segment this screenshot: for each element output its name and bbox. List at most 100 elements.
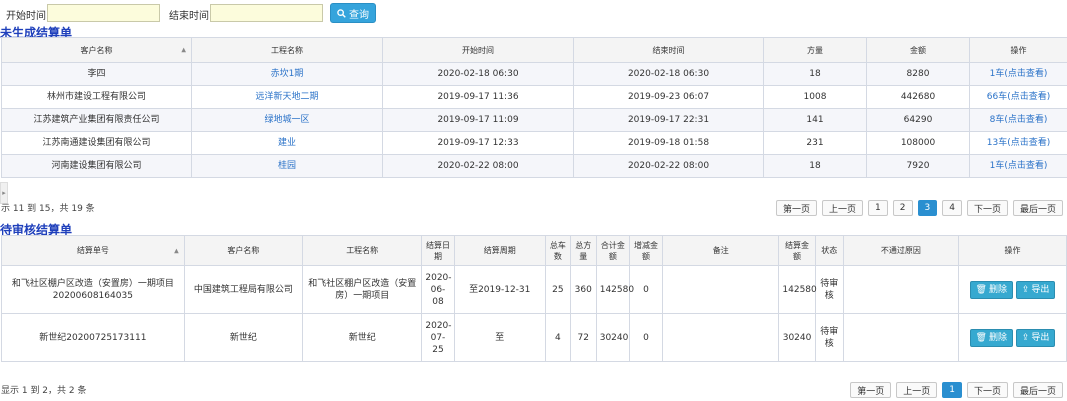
- settle-no-cell: 新世纪20200725173111: [1, 313, 185, 362]
- export-icon: ⇪: [1021, 284, 1030, 295]
- last-page-button[interactable]: 最后一页: [1012, 382, 1063, 398]
- table-row: 李四 赤坎1期 2020-02-18 06:30 2020-02-18 06:3…: [1, 62, 1067, 86]
- volume-cell: 141: [763, 108, 867, 132]
- project-link[interactable]: 桂园: [191, 154, 383, 178]
- col-trucks[interactable]: 总车数: [544, 235, 571, 266]
- col-end[interactable]: 结束时间: [573, 37, 764, 63]
- page-button-1[interactable]: 1: [868, 200, 888, 216]
- customer-cell: 新世纪: [183, 313, 304, 362]
- unsettled-page-info: 示 11 到 15，共 19 条: [1, 204, 95, 214]
- customer-cell: 江苏建筑产业集团有限责任公司: [1, 108, 192, 132]
- col-settle-no[interactable]: 结算单号 ▲: [1, 235, 185, 266]
- customer-cell: 中国建筑工程局有限公司: [183, 265, 304, 314]
- col-settle-amount[interactable]: 结算金额: [778, 235, 816, 266]
- view-trucks-link[interactable]: 1车(点击查看): [969, 154, 1067, 178]
- table-row: 林州市建设工程有限公司 远洋新天地二期 2019-09-17 11:36 201…: [1, 85, 1067, 109]
- status-cell: 待审核: [814, 265, 844, 314]
- total-cell: 142580: [595, 265, 634, 314]
- action-cell: 🗑 删除 ⇪ 导出: [957, 313, 1067, 362]
- col-total[interactable]: 合计金额: [595, 235, 630, 266]
- end-cell: 2020-02-22 08:00: [573, 154, 764, 178]
- col-project[interactable]: 工程名称: [302, 235, 423, 266]
- page-button-2[interactable]: 2: [892, 200, 913, 216]
- sort-asc-icon[interactable]: ▲: [181, 45, 186, 56]
- col-action: 操作: [969, 37, 1067, 63]
- volume-cell: 18: [763, 154, 867, 178]
- last-page-button[interactable]: 最后一页: [1012, 200, 1063, 216]
- view-trucks-link[interactable]: 66车(点击查看): [969, 85, 1067, 109]
- col-start[interactable]: 开始时间: [382, 37, 574, 63]
- query-button[interactable]: 查询: [330, 3, 376, 23]
- reason-cell: [842, 313, 959, 362]
- col-reason[interactable]: 不通过原因: [842, 235, 959, 266]
- delete-button[interactable]: 🗑 删除: [969, 328, 1013, 347]
- end-cell: 2019-09-23 06:07: [573, 85, 764, 109]
- project-link[interactable]: 远洋新天地二期: [191, 85, 383, 109]
- next-page-button[interactable]: 下一页: [966, 200, 1008, 216]
- start-cell: 2019-09-17 11:09: [382, 108, 574, 132]
- start-cell: 2020-02-18 06:30: [382, 62, 574, 86]
- amount-cell: 7920: [866, 154, 970, 178]
- project-cell: 新世纪: [302, 313, 423, 362]
- end-time-input[interactable]: [210, 4, 323, 22]
- col-amount[interactable]: 金额: [866, 37, 970, 63]
- col-volume[interactable]: 方量: [763, 37, 867, 63]
- col-settle-date[interactable]: 结算日期: [421, 235, 455, 266]
- sort-asc-icon[interactable]: ▲: [174, 245, 179, 256]
- trash-icon: 🗑: [975, 332, 987, 343]
- col-customer[interactable]: 客户名称: [183, 235, 304, 266]
- end-cell: 2019-09-17 22:31: [573, 108, 764, 132]
- amount-cell: 108000: [866, 131, 970, 155]
- table-row: 江苏南通建设集团有限公司 建业 2019-09-17 12:33 2019-09…: [1, 131, 1067, 155]
- amount-cell: 8280: [866, 62, 970, 86]
- project-link[interactable]: 建业: [191, 131, 383, 155]
- table-row: 河南建设集团有限公司 桂园 2020-02-22 08:00 2020-02-2…: [1, 154, 1067, 178]
- page-button-1[interactable]: 1: [942, 382, 962, 398]
- col-customer[interactable]: 客户名称 ▲: [1, 37, 192, 63]
- view-trucks-link[interactable]: 13车(点击查看): [969, 131, 1067, 155]
- total-cell: 30240: [595, 313, 630, 362]
- volume-cell: 72: [569, 313, 597, 362]
- pending-table: 结算单号 ▲ 客户名称 工程名称 结算日期 结算周期 总车数 总方量 合计金额 增…: [1, 235, 1067, 362]
- first-page-button[interactable]: 第一页: [776, 200, 818, 216]
- pending-page-info: 显示 1 到 2，共 2 条: [1, 386, 87, 396]
- amount-cell: 442680: [866, 85, 970, 109]
- volume-cell: 1008: [763, 85, 867, 109]
- customer-cell: 河南建设集团有限公司: [1, 154, 192, 178]
- page-button-3[interactable]: 3: [917, 200, 938, 216]
- remark-cell: [662, 265, 780, 314]
- unsettled-pager: 第一页 上一页 1 2 3 4 下一页 最后一页: [776, 200, 1063, 216]
- col-adjust[interactable]: 增减金额: [628, 235, 664, 266]
- period-cell: 至: [453, 313, 546, 362]
- customer-cell: 林州市建设工程有限公司: [1, 85, 192, 109]
- export-icon: ⇪: [1021, 332, 1030, 343]
- col-status[interactable]: 状态: [814, 235, 844, 266]
- project-link[interactable]: 赤坎1期: [191, 62, 383, 86]
- col-period[interactable]: 结算周期: [453, 235, 546, 266]
- start-time-input[interactable]: [47, 4, 160, 22]
- trucks-cell: 4: [544, 313, 571, 362]
- export-button[interactable]: ⇪ 导出: [1015, 280, 1056, 299]
- start-cell: 2020-02-22 08:00: [382, 154, 574, 178]
- page-button-4[interactable]: 4: [942, 200, 962, 216]
- col-volume[interactable]: 总方量: [569, 235, 597, 266]
- first-page-button[interactable]: 第一页: [850, 382, 892, 398]
- view-trucks-link[interactable]: 1车(点击查看): [969, 62, 1067, 86]
- project-link[interactable]: 绿地城一区: [191, 108, 383, 132]
- next-page-button[interactable]: 下一页: [966, 382, 1008, 398]
- end-cell: 2020-02-18 06:30: [573, 62, 764, 86]
- view-trucks-link[interactable]: 8车(点击查看): [969, 108, 1067, 132]
- remark-cell: [662, 313, 780, 362]
- pending-pager: 第一页 上一页 1 下一页 最后一页: [850, 382, 1063, 398]
- end-cell: 2019-09-18 01:58: [573, 131, 764, 155]
- adjust-cell: 0: [628, 313, 664, 362]
- prev-page-button[interactable]: 上一页: [896, 382, 938, 398]
- col-project[interactable]: 工程名称: [191, 37, 383, 63]
- status-cell: 待审核: [814, 313, 844, 362]
- export-button[interactable]: ⇪ 导出: [1015, 328, 1056, 347]
- col-remark[interactable]: 备注: [662, 235, 780, 266]
- settle-amount-cell: 30240: [778, 313, 816, 362]
- prev-page-button[interactable]: 上一页: [822, 200, 864, 216]
- delete-button[interactable]: 🗑 删除: [969, 280, 1013, 299]
- trucks-cell: 25: [544, 265, 571, 314]
